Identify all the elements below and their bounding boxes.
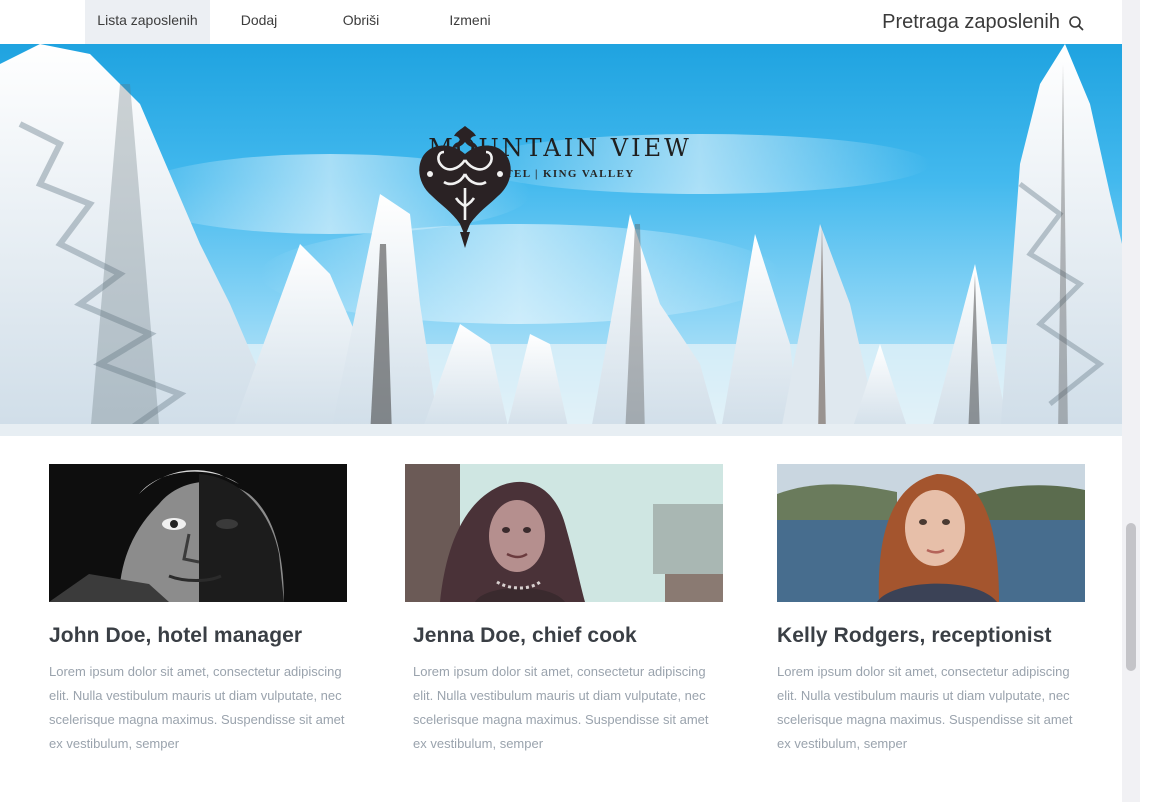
search-label[interactable]: Pretraga zaposlenih [882,11,1060,34]
tab-lista-zaposlenih[interactable]: Lista zaposlenih [85,0,210,44]
tab-dodaj[interactable]: Dodaj [225,0,293,44]
employee-description: Lorem ipsum dolor sit amet, consectetur … [49,664,345,751]
employee-search[interactable]: Pretraga zaposlenih [882,0,1084,44]
hotel-logo: MOUNTAIN VIEW HOTEL | KING VALLEY [410,124,710,248]
employee-photo [777,464,1085,602]
snowy-forest-image [0,44,1122,436]
employee-card: Kelly Rodgers, receptionist Lorem ipsum … [777,464,1085,756]
search-icon[interactable] [1068,15,1084,31]
ornamental-heart-logo-icon [419,126,511,248]
portrait-woman-image [405,464,723,602]
portrait-man-image [49,464,347,602]
employee-photo [49,464,347,602]
tab-izmeni[interactable]: Izmeni [436,0,504,44]
employee-name-title: John Doe, hotel manager [49,624,303,647]
employee-description: Lorem ipsum dolor sit amet, consectetur … [413,664,709,751]
employee-card: John Doe, hotel manager Lorem ipsum dolo… [49,464,347,756]
hero-banner: MOUNTAIN VIEW HOTEL | KING VALLEY [0,44,1122,436]
employee-name-title: Kelly Rodgers, receptionist [777,624,1052,647]
employee-name-title: Jenna Doe, chief cook [413,624,637,647]
tab-obrisi[interactable]: Obriši [326,0,396,44]
vertical-scrollbar-track[interactable] [1122,0,1140,802]
top-navigation: Lista zaposlenih Dodaj Obriši Izmeni Pre… [0,0,1122,44]
portrait-red-haired-woman-image [777,464,1085,602]
window-edge [1140,0,1158,802]
vertical-scrollbar-thumb[interactable] [1126,523,1136,671]
employee-photo [405,464,723,602]
employee-card: Jenna Doe, chief cook Lorem ipsum dolor … [405,464,723,756]
employee-description: Lorem ipsum dolor sit amet, consectetur … [777,664,1073,751]
